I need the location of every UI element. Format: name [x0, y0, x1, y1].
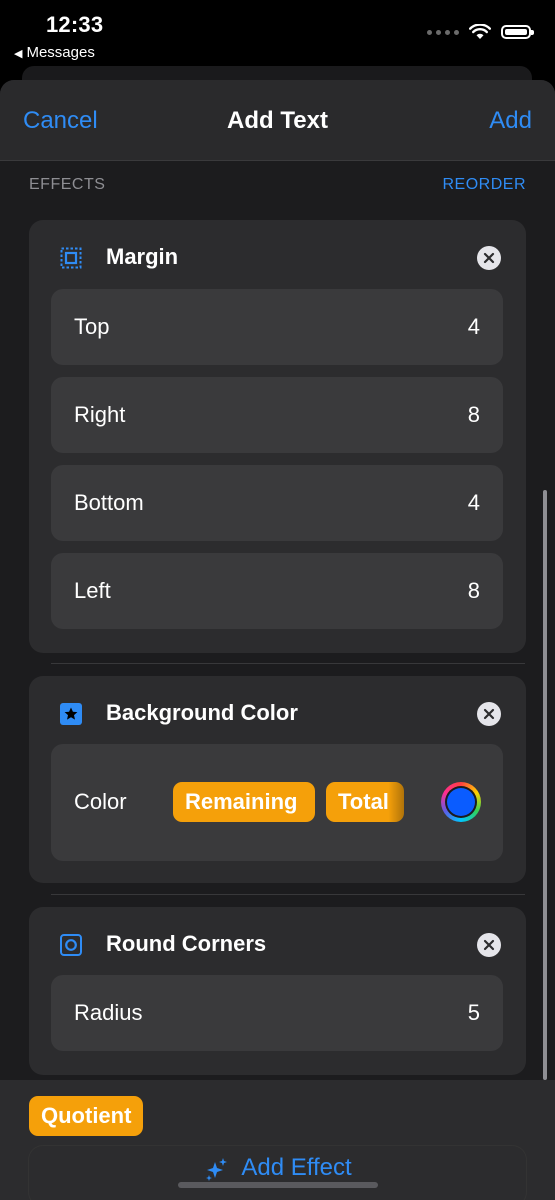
margin-effect-header: Margin [29, 220, 526, 296]
nav-bar: Cancel Add Text Add [0, 80, 555, 161]
page-title: Add Text [227, 107, 328, 134]
variables-bar: Quotient Add Effect [0, 1080, 555, 1200]
radius-label: Radius [74, 1000, 143, 1025]
margin-right-label: Right [74, 402, 126, 427]
quotient-variable-chip[interactable]: Quotient [29, 1096, 144, 1136]
margin-right-value: 8 [467, 402, 480, 427]
reorder-button[interactable]: REORDER [442, 176, 526, 194]
margin-left-row[interactable]: Left 8 [51, 553, 503, 629]
margin-top-label: Top [74, 314, 110, 339]
add-button[interactable]: Add [489, 107, 532, 135]
scrollbar[interactable] [543, 490, 547, 1080]
margin-left-value: 8 [467, 578, 480, 603]
radius-value: 5 [467, 1000, 480, 1025]
divider [51, 663, 525, 664]
color-row[interactable]: Color Remaining Total [51, 744, 503, 861]
effects-section-header: EFFECTS [29, 176, 106, 193]
margin-bottom-value: 4 [467, 490, 480, 515]
close-icon [483, 252, 495, 264]
round-corners-effect-header: Round Corners [29, 907, 526, 983]
remove-background-color-button[interactable] [477, 702, 501, 726]
background-color-effect-header: Background Color [29, 676, 526, 752]
divider [51, 894, 525, 895]
color-label: Color [74, 789, 127, 814]
sparkles-icon [206, 1157, 228, 1181]
back-to-app-link[interactable]: ◀ Messages [14, 44, 95, 61]
status-time: 12:33 [46, 12, 104, 37]
background-color-effect-title: Background Color [106, 700, 298, 725]
status-icons [427, 24, 534, 40]
battery-icon [501, 25, 534, 39]
margin-bottom-row[interactable]: Bottom 4 [51, 465, 503, 541]
remaining-variable-chip[interactable]: Remaining [173, 782, 315, 822]
margin-effect-title: Margin [106, 244, 179, 269]
color-picker-well[interactable] [441, 782, 481, 822]
back-arrow-icon: ◀ [14, 48, 23, 60]
color-swatch [447, 788, 475, 816]
background-color-effect-card: Background Color Color Remaining Total [29, 676, 526, 883]
close-icon [483, 708, 495, 720]
signal-icon [427, 29, 459, 35]
home-indicator [178, 1182, 378, 1188]
remove-margin-button[interactable] [477, 246, 501, 270]
add-effect-label: Add Effect [241, 1154, 352, 1181]
margin-bottom-label: Bottom [74, 490, 144, 515]
close-icon [483, 939, 495, 951]
margin-right-row[interactable]: Right 8 [51, 377, 503, 453]
wifi-icon [469, 24, 491, 39]
add-text-sheet: Cancel Add Text Add EFFECTS REORDER Marg… [0, 80, 555, 1200]
round-corners-effect-card: Round Corners Radius 5 [29, 907, 526, 1075]
remove-round-corners-button[interactable] [477, 933, 501, 957]
radius-row[interactable]: Radius 5 [51, 975, 503, 1051]
back-app-label: Messages [26, 44, 95, 61]
round-corners-effect-title: Round Corners [106, 931, 267, 956]
star-square-icon [60, 703, 82, 725]
margin-left-label: Left [74, 578, 111, 603]
margin-top-row[interactable]: Top 4 [51, 289, 503, 365]
total-variable-chip[interactable]: Total [326, 782, 404, 822]
margin-effect-card: Margin Top 4 Right 8 Bottom 4 Left 8 [29, 220, 526, 653]
margin-icon [60, 247, 82, 269]
margin-top-value: 4 [467, 314, 480, 339]
add-effect-button[interactable]: Add Effect [0, 1154, 555, 1182]
rounded-square-icon [60, 934, 82, 956]
